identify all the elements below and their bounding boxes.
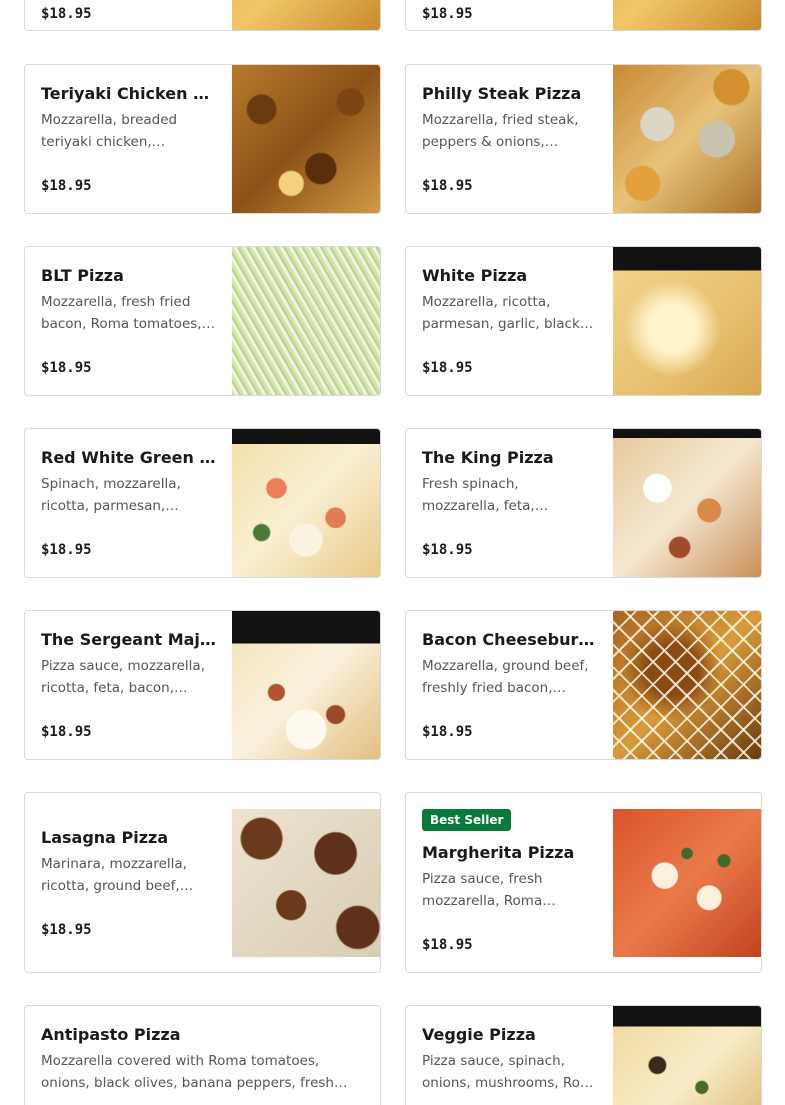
menu-item-description: Mozzarella, ground beef, freshly fried b… xyxy=(422,658,589,696)
menu-item-card[interactable]: Lasagna Pizza Marinara, mozzarella, rico… xyxy=(24,792,381,973)
menu-item-price: $18.95 xyxy=(41,724,92,740)
menu-item-title: The King Pizza xyxy=(422,448,554,467)
menu-item-photo xyxy=(613,809,761,957)
menu-item-photo xyxy=(232,429,380,577)
menu-item-title: Antipasto Pizza xyxy=(41,1025,181,1044)
menu-item-photo xyxy=(613,1006,761,1105)
menu-item-card[interactable]: $18.95 xyxy=(405,0,762,31)
menu-item-card[interactable]: Red White Green Pizza Spinach, mozzarell… xyxy=(24,428,381,578)
menu-item-card[interactable]: Antipasto Pizza Mozzarella covered with … xyxy=(24,1005,381,1105)
menu-item-title: Lasagna Pizza xyxy=(41,828,169,847)
menu-item-card[interactable]: Teriyaki Chicken Pizza Mozzarella, bread… xyxy=(24,64,381,214)
menu-item-price: $18.95 xyxy=(422,724,473,740)
menu-item-photo xyxy=(232,611,380,759)
menu-item-card[interactable]: The King Pizza Fresh spinach, mozzarella… xyxy=(405,428,762,578)
menu-item-description: Pizza sauce, fresh mozzarella, Roma… xyxy=(422,871,556,909)
menu-item-title: BLT Pizza xyxy=(41,266,124,285)
menu-item-title: Margherita Pizza xyxy=(422,843,575,862)
menu-item-photo xyxy=(232,65,380,213)
menu-item-description: Fresh spinach, mozzarella, feta, mushroo… xyxy=(422,476,535,514)
menu-item-price: $18.95 xyxy=(422,178,473,194)
menu-item-title: Philly Steak Pizza xyxy=(422,84,582,103)
menu-item-price: $18.95 xyxy=(41,542,92,558)
menu-item-title: Red White Green Pizza xyxy=(41,448,217,467)
menu-item-price: $18.95 xyxy=(422,360,473,376)
menu-item-photo xyxy=(232,809,380,957)
menu-item-price: $18.95 xyxy=(422,937,473,953)
menu-item-price: $18.95 xyxy=(422,6,473,22)
menu-item-price: $18.95 xyxy=(41,6,92,22)
menu-item-price: $18.95 xyxy=(41,360,92,376)
menu-item-description: Mozzarella covered with Roma tomatoes, o… xyxy=(41,1053,334,1091)
menu-item-price: $18.95 xyxy=(41,178,92,194)
menu-item-title: The Sergeant Major… xyxy=(41,630,217,649)
menu-item-card[interactable]: Bacon Cheeseburger… Mozzarella, ground b… xyxy=(405,610,762,760)
menu-item-photo xyxy=(232,0,380,30)
menu-item-title: Bacon Cheeseburger… xyxy=(422,630,598,649)
menu-item-description: Pizza sauce, spinach, onions, mushrooms,… xyxy=(422,1053,594,1091)
menu-item-photo xyxy=(232,247,380,395)
menu-item-card[interactable]: Veggie Pizza Pizza sauce, spinach, onion… xyxy=(405,1005,762,1105)
menu-item-title: White Pizza xyxy=(422,266,528,285)
menu-item-card[interactable]: White Pizza Mozzarella, ricotta, parmesa… xyxy=(405,246,762,396)
menu-item-price: $18.95 xyxy=(41,922,92,938)
menu-item-description: Mozzarella, fried steak, peppers & onion… xyxy=(422,112,579,150)
menu-item-card[interactable]: Philly Steak Pizza Mozzarella, fried ste… xyxy=(405,64,762,214)
menu-item-description: Marinara, mozzarella, ricotta, ground be… xyxy=(41,856,187,894)
menu-item-photo xyxy=(613,247,761,395)
menu-item-card[interactable]: Best Seller Margherita Pizza Pizza sauce… xyxy=(405,792,762,973)
menu-item-description: Mozzarella, fresh fried bacon, Roma toma… xyxy=(41,294,216,332)
menu-item-card[interactable]: BLT Pizza Mozzarella, fresh fried bacon,… xyxy=(24,246,381,396)
menu-item-photo xyxy=(613,0,761,30)
menu-item-description: Pizza sauce, mozzarella, ricotta, feta, … xyxy=(41,658,205,696)
menu-item-card[interactable]: The Sergeant Major… Pizza sauce, mozzare… xyxy=(24,610,381,760)
menu-item-photo xyxy=(613,611,761,759)
menu-item-title: Veggie Pizza xyxy=(422,1025,536,1044)
menu-item-price: $18.95 xyxy=(422,542,473,558)
menu-item-card[interactable]: $18.95 xyxy=(24,0,381,31)
menu-item-description: Mozzarella, breaded teriyaki chicken, on… xyxy=(41,112,178,150)
menu-item-description: Mozzarella, ricotta, parmesan, garlic, b… xyxy=(422,294,594,332)
menu-item-photo xyxy=(613,65,761,213)
menu-item-photo xyxy=(613,429,761,577)
menu-item-description: Spinach, mozzarella, ricotta, parmesan, … xyxy=(41,476,181,514)
menu-item-title: Teriyaki Chicken Pizza xyxy=(41,84,217,103)
best-seller-badge: Best Seller xyxy=(422,809,512,831)
